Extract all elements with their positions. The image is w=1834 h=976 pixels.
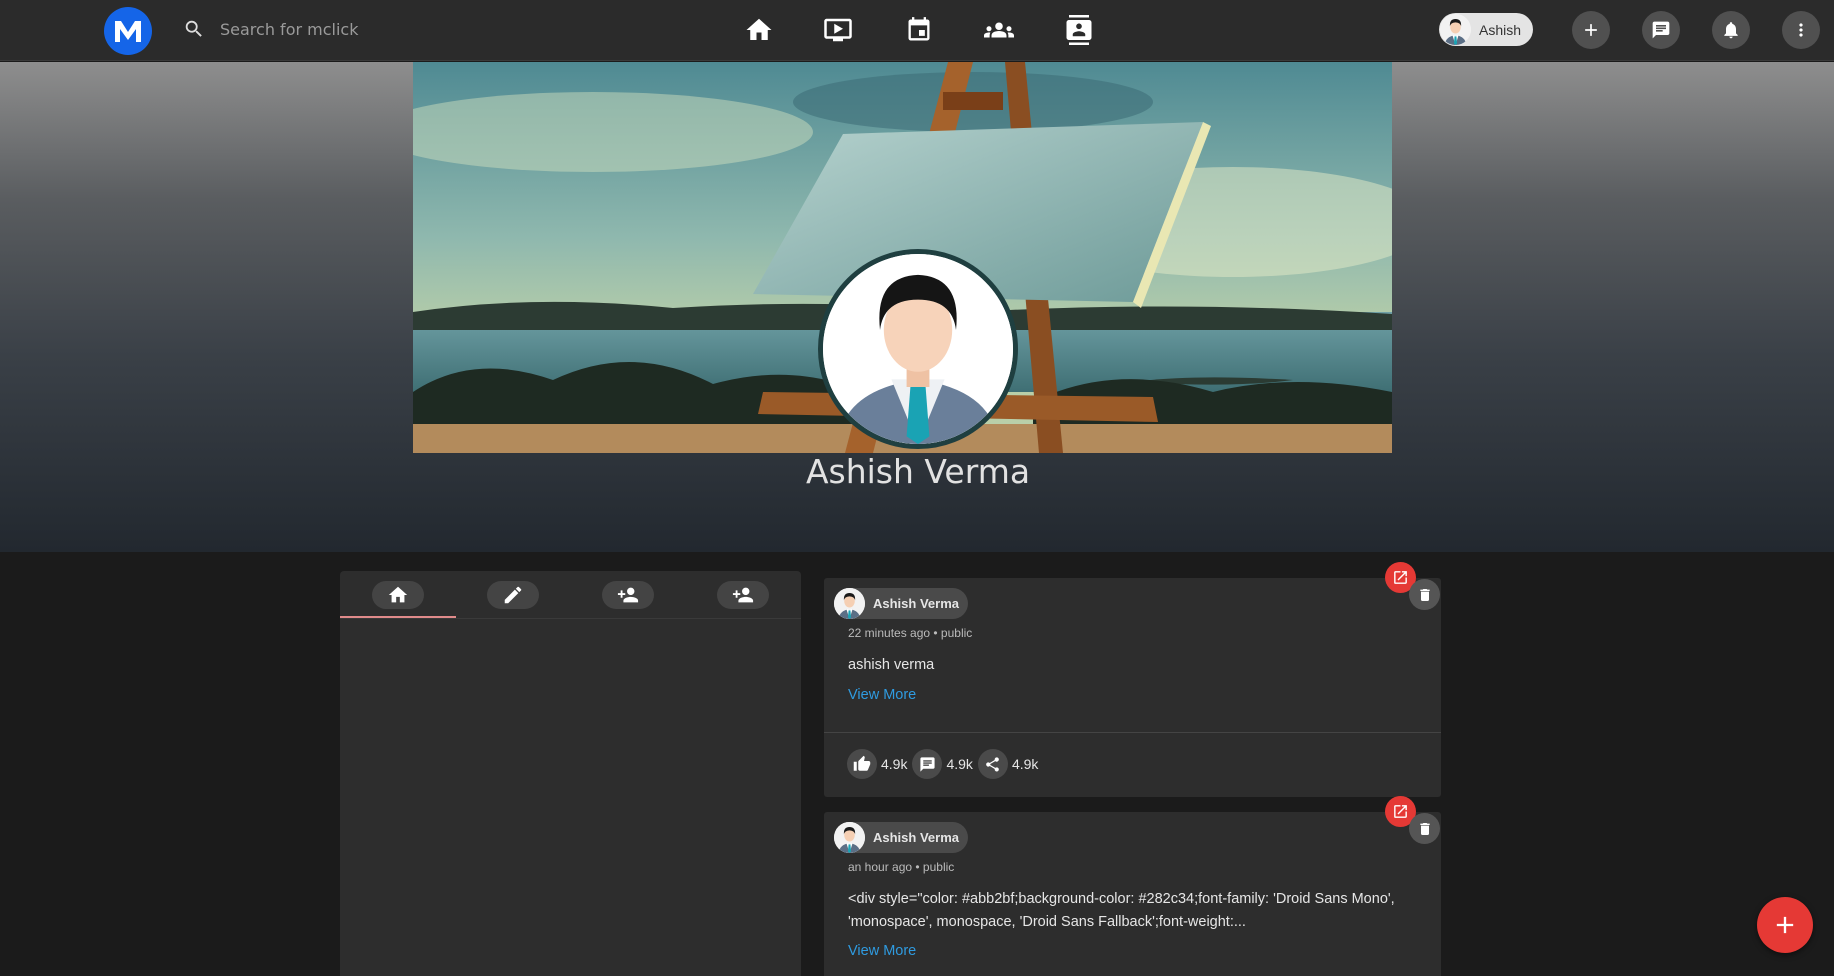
user-chip-label: Ashish — [1479, 21, 1522, 38]
more-options-button[interactable] — [1782, 11, 1820, 49]
post-actions: 4.9k 4.9k 4.9k — [847, 749, 1043, 779]
profile-name: Ashish Verma — [805, 452, 1031, 491]
post-text: ashish verma — [848, 657, 935, 673]
active-tab-indicator — [340, 616, 456, 618]
post-meta: an hour ago • public — [848, 860, 955, 874]
nav-calendar-icon[interactable] — [899, 12, 939, 48]
add-button[interactable] — [1572, 11, 1610, 49]
post-author-chip[interactable]: Ashish Verma — [834, 822, 968, 853]
user-profile-chip[interactable]: Ashish — [1439, 13, 1533, 46]
nav-video-icon[interactable] — [818, 12, 858, 48]
nav-groups-icon[interactable] — [979, 12, 1019, 48]
share-icon — [986, 756, 1000, 772]
avatar — [1440, 14, 1471, 45]
add-friend-icon — [732, 587, 754, 603]
logo-m-icon — [115, 21, 141, 42]
more-vert-icon — [1799, 23, 1803, 37]
view-more-link[interactable]: View More — [848, 943, 916, 959]
delete-post-button[interactable] — [1409, 579, 1440, 610]
post-author-name: Ashish Verma — [873, 830, 959, 845]
tab-following[interactable] — [717, 581, 769, 609]
edit-note-icon — [1394, 805, 1407, 818]
tab-edit[interactable] — [487, 581, 539, 609]
comment-icon — [920, 756, 935, 772]
share-button[interactable] — [977, 749, 1008, 779]
search-input[interactable] — [220, 14, 520, 44]
like-count: 4.9k — [881, 756, 908, 772]
create-post-fab[interactable] — [1757, 897, 1813, 953]
share-count: 4.9k — [1011, 756, 1039, 772]
delete-post-button[interactable] — [1409, 813, 1440, 844]
avatar — [834, 822, 865, 853]
post-text: <div style="color: #abb2bf;background-co… — [848, 891, 1395, 930]
post-divider — [824, 732, 1441, 733]
post-card: Ashish Verma an hour ago • public <div s… — [824, 812, 1441, 976]
messages-button[interactable] — [1642, 11, 1680, 49]
post-author-name: Ashish Verma — [873, 596, 959, 611]
profile-avatar[interactable] — [818, 249, 1018, 449]
notifications-button[interactable] — [1712, 11, 1750, 49]
view-more-link[interactable]: View More — [848, 687, 916, 703]
profile-side-panel — [340, 571, 801, 976]
post-meta: 22 minutes ago • public — [848, 626, 973, 640]
bell-icon — [1724, 22, 1738, 39]
avatar — [834, 588, 865, 619]
trash-icon — [1419, 588, 1430, 601]
search-icon[interactable] — [183, 18, 205, 40]
comment-count: 4.9k — [946, 756, 973, 772]
home-icon — [388, 586, 408, 603]
comment-button[interactable] — [912, 749, 943, 779]
thumb-up-icon — [853, 755, 871, 771]
top-navbar: Ashish — [0, 0, 1834, 61]
tab-followers[interactable] — [602, 581, 654, 609]
edit-icon — [504, 586, 522, 604]
chat-icon — [1652, 21, 1670, 39]
app-logo[interactable] — [104, 7, 152, 55]
add-icon — [1585, 24, 1597, 36]
nav-contacts-icon[interactable] — [1059, 12, 1099, 48]
post-card: Ashish Verma 22 minutes ago • public ash… — [824, 578, 1441, 797]
tab-home[interactable] — [372, 581, 424, 609]
profile-tabs — [340, 571, 801, 619]
like-button[interactable] — [847, 749, 877, 779]
add-icon — [1776, 916, 1794, 934]
trash-icon — [1419, 822, 1430, 835]
add-friend-icon — [617, 587, 639, 603]
edit-note-icon — [1394, 571, 1407, 584]
post-author-chip[interactable]: Ashish Verma — [834, 588, 968, 619]
nav-home-icon[interactable] — [739, 12, 779, 48]
